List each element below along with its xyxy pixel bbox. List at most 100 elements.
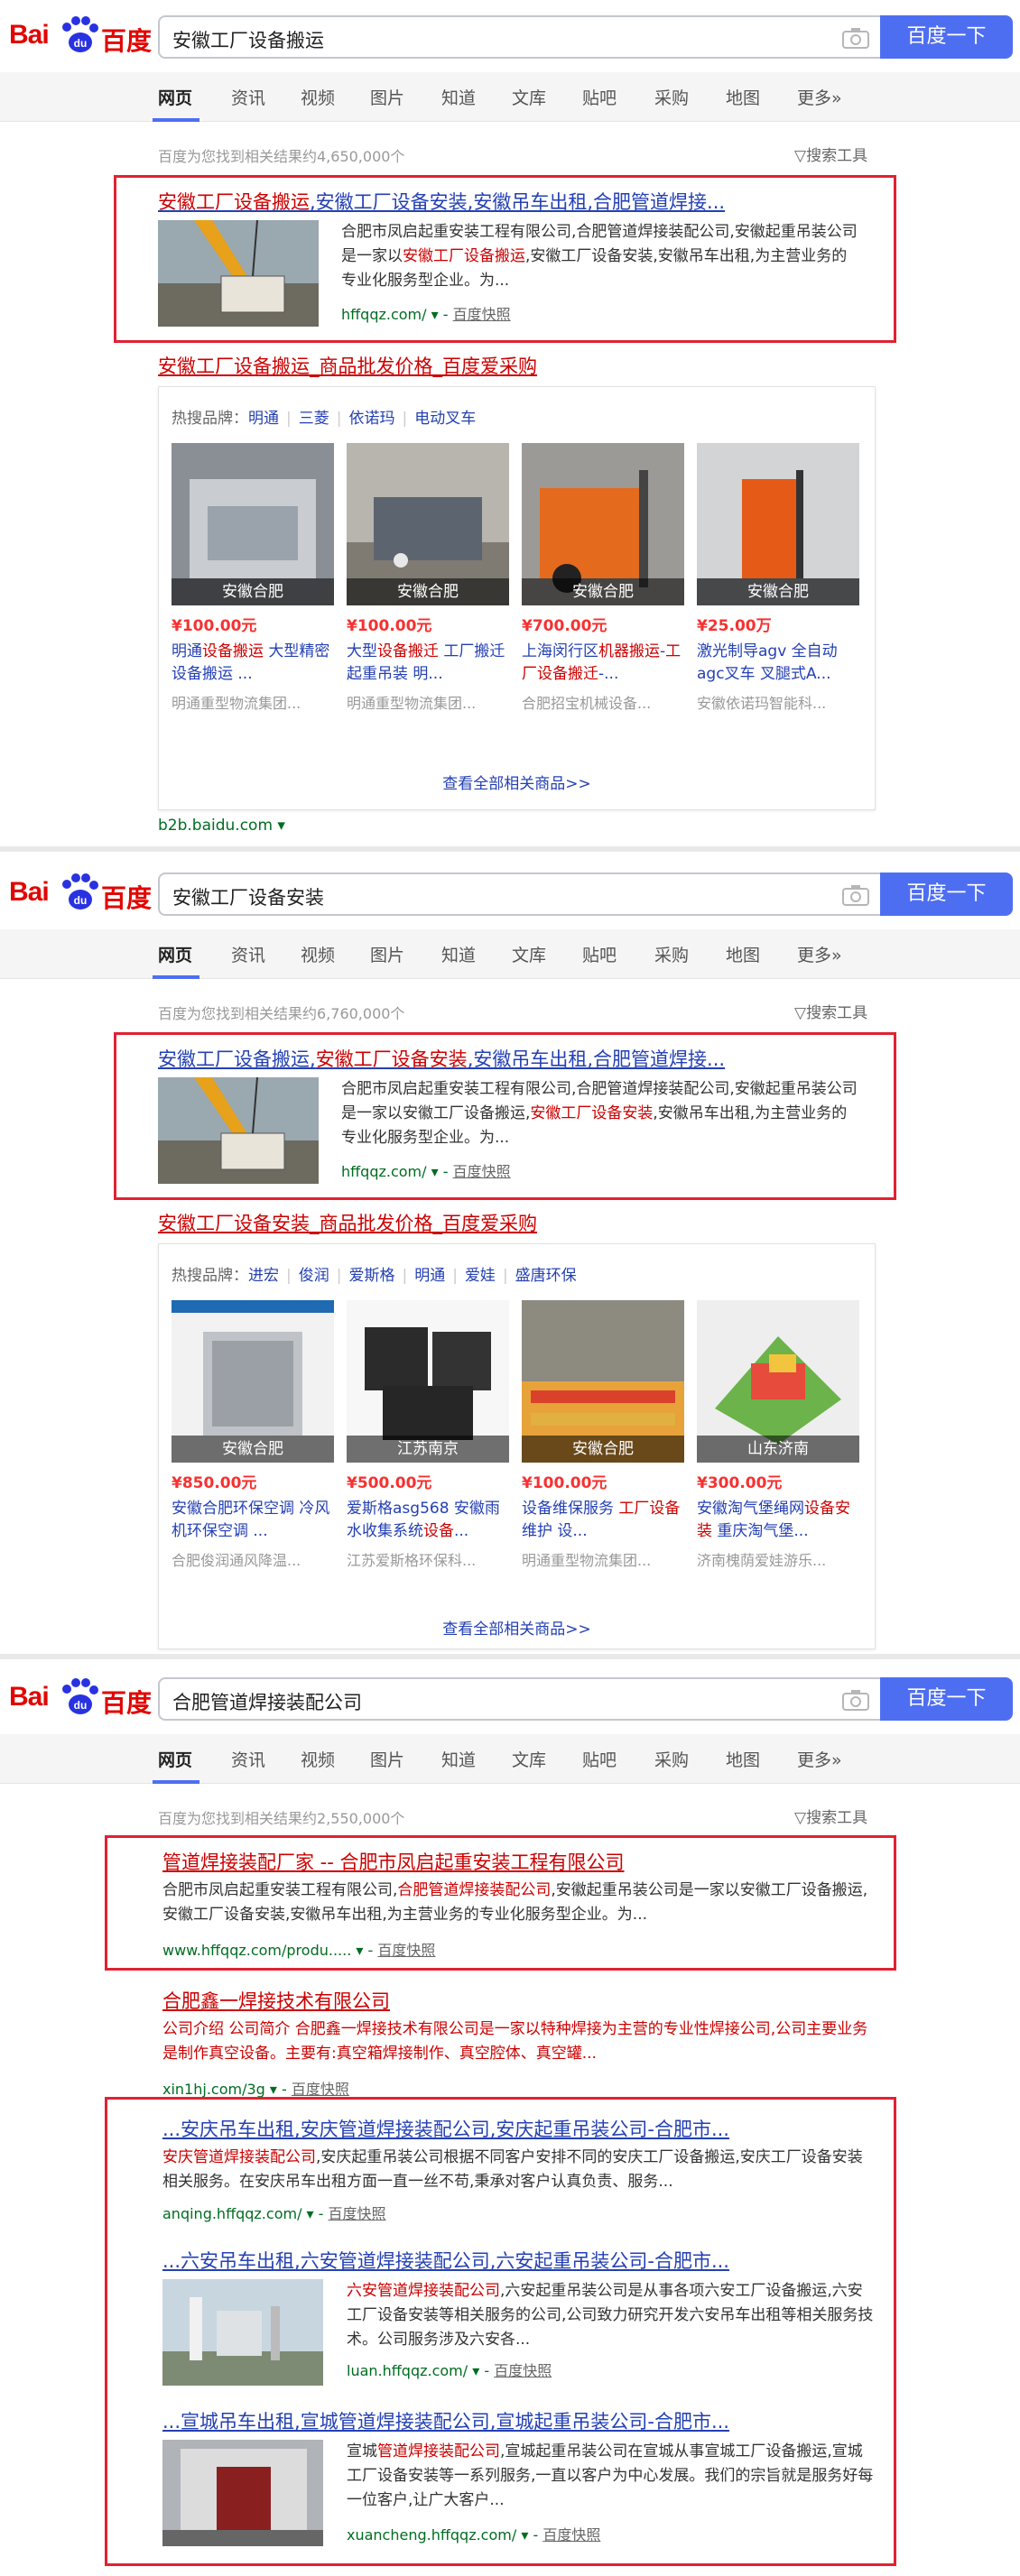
result-url[interactable]: luan.hffqqz.com/ ▾ - 百度快照 bbox=[347, 2359, 552, 2380]
product-card[interactable]: 江苏南京 ¥500.00元 爱斯格asg568 安徽雨水收集系统设备... 江苏… bbox=[347, 1300, 509, 1570]
product-name[interactable]: 上海闵行区机器搬运-工厂设备搬迁-... bbox=[522, 641, 684, 686]
tab-5[interactable]: 知道 bbox=[441, 1747, 476, 1771]
brand-link[interactable]: 盛唐环保 bbox=[515, 1267, 577, 1285]
view-all-products-link[interactable]: 查看全部相关商品>> bbox=[159, 771, 875, 793]
result-thumbnail[interactable] bbox=[158, 1077, 319, 1184]
tab-5[interactable]: 知道 bbox=[441, 942, 476, 966]
search-button[interactable]: 百度一下 bbox=[880, 15, 1013, 59]
snapshot-link[interactable]: 百度快照 bbox=[453, 1163, 511, 1180]
brand-link[interactable]: 依诺玛 bbox=[348, 410, 394, 428]
brand-link[interactable]: 进宏 bbox=[248, 1267, 279, 1285]
product-name[interactable]: 安徽合肥环保空调 冷风机环保空调 ... bbox=[172, 1498, 334, 1543]
search-input[interactable]: 安徽工厂设备搬运 bbox=[158, 15, 880, 59]
search-tools[interactable]: ▽搜索工具 bbox=[794, 1000, 867, 1022]
result-url[interactable]: www.hffqqz.com/produ..... ▾ - 百度快照 bbox=[162, 1938, 435, 1960]
result-url[interactable]: xuancheng.hffqqz.com/ ▾ - 百度快照 bbox=[347, 2523, 600, 2544]
result-title[interactable]: 安徽工厂设备搬运,安徽工厂设备安装,安徽吊车出租,合肥管道焊接... bbox=[158, 188, 725, 215]
tab-6[interactable]: 文库 bbox=[512, 85, 546, 109]
tab-2[interactable]: 资讯 bbox=[231, 85, 265, 109]
tab-8[interactable]: 采购 bbox=[654, 942, 689, 966]
search-tools[interactable]: ▽搜索工具 bbox=[794, 143, 867, 165]
brand-link[interactable]: 爱娃 bbox=[465, 1267, 496, 1285]
result-url[interactable]: xin1hj.com/3g ▾ - 百度快照 bbox=[162, 2077, 349, 2099]
product-card[interactable]: 安徽合肥 ¥100.00元 大型设备搬迁 工厂搬迁 起重吊装 明... 明通重型… bbox=[347, 443, 509, 713]
result-url[interactable]: hffqqz.com/ ▾ - 百度快照 bbox=[341, 302, 511, 324]
product-name[interactable]: 爱斯格asg568 安徽雨水收集系统设备... bbox=[347, 1498, 509, 1543]
product-name[interactable]: 激光制导agv 全自动agc叉车 叉腿式A... bbox=[697, 641, 859, 686]
product-card[interactable]: 安徽合肥 ¥100.00元 明通设备搬运 大型精密设备搬运 ... 明通重型物流… bbox=[172, 443, 334, 713]
result-thumbnail[interactable] bbox=[162, 2440, 323, 2546]
result-thumbnail[interactable] bbox=[162, 2279, 323, 2386]
snapshot-link[interactable]: 百度快照 bbox=[542, 2526, 600, 2544]
tab-7[interactable]: 贴吧 bbox=[582, 1747, 617, 1771]
product-card[interactable]: 安徽合肥 ¥700.00元 上海闵行区机器搬运-工厂设备搬迁-... 合肥招宝机… bbox=[522, 443, 684, 713]
snapshot-link[interactable]: 百度快照 bbox=[453, 306, 511, 323]
brand-link[interactable]: 三菱 bbox=[299, 410, 329, 428]
result-title[interactable]: ...宣城吊车出租,宣城管道焊接装配公司,宣城起重吊装公司-合肥市... bbox=[162, 2407, 729, 2434]
tab-9[interactable]: 地图 bbox=[726, 942, 760, 966]
result-title[interactable]: 安徽工厂设备搬运,安徽工厂设备安装,安徽吊车出租,合肥管道焊接... bbox=[158, 1045, 725, 1072]
tab-7[interactable]: 贴吧 bbox=[582, 85, 617, 109]
search-input[interactable]: 合肥管道焊接装配公司 bbox=[158, 1677, 880, 1721]
result-thumbnail[interactable] bbox=[158, 220, 319, 327]
tab-3[interactable]: 视频 bbox=[301, 1747, 335, 1771]
product-name[interactable]: 设备维保服务 工厂设备维护 设... bbox=[522, 1498, 684, 1543]
snapshot-link[interactable]: 百度快照 bbox=[494, 2362, 552, 2379]
brand-link[interactable]: 电动叉车 bbox=[414, 410, 476, 428]
b2b-url[interactable]: b2b.baidu.com ▾ bbox=[158, 817, 285, 835]
tab-7[interactable]: 贴吧 bbox=[582, 942, 617, 966]
product-card[interactable]: 安徽合肥 ¥25.00万 激光制导agv 全自动agc叉车 叉腿式A... 安徽… bbox=[697, 443, 859, 713]
product-name[interactable]: 大型设备搬迁 工厂搬迁 起重吊装 明... bbox=[347, 641, 509, 686]
product-card[interactable]: 安徽合肥 ¥850.00元 安徽合肥环保空调 冷风机环保空调 ... 合肥俊润通… bbox=[172, 1300, 334, 1570]
brand-link[interactable]: 俊润 bbox=[299, 1267, 329, 1285]
tab-4[interactable]: 图片 bbox=[370, 85, 404, 109]
b2b-title[interactable]: 安徽工厂设备安装_商品批发价格_百度爱采购 bbox=[158, 1209, 537, 1236]
tab-3[interactable]: 视频 bbox=[301, 942, 335, 966]
search-button[interactable]: 百度一下 bbox=[880, 873, 1013, 916]
tab-3[interactable]: 视频 bbox=[301, 85, 335, 109]
result-title[interactable]: 合肥鑫一焊接技术有限公司 bbox=[162, 1987, 390, 2014]
camera-icon[interactable] bbox=[842, 1689, 869, 1711]
result-url[interactable]: hffqqz.com/ ▾ - 百度快照 bbox=[341, 1159, 511, 1181]
tab-10[interactable]: 更多» bbox=[797, 1747, 842, 1771]
camera-icon[interactable] bbox=[842, 884, 869, 906]
tab-8[interactable]: 采购 bbox=[654, 85, 689, 109]
product-card[interactable]: 安徽合肥 ¥100.00元 设备维保服务 工厂设备维护 设... 明通重型物流集… bbox=[522, 1300, 684, 1570]
search-tools[interactable]: ▽搜索工具 bbox=[794, 1805, 867, 1827]
tab-1[interactable]: 网页 bbox=[158, 942, 192, 966]
search-input[interactable]: 安徽工厂设备安装 bbox=[158, 873, 880, 916]
product-name[interactable]: 安徽淘气堡绳网设备安装 重庆淘气堡... bbox=[697, 1498, 859, 1543]
snapshot-link[interactable]: 百度快照 bbox=[292, 2081, 349, 2098]
baidu-logo[interactable]: Bai du 百度 bbox=[9, 14, 153, 60]
view-all-products-link[interactable]: 查看全部相关商品>> bbox=[159, 1616, 875, 1639]
tab-1[interactable]: 网页 bbox=[158, 1747, 192, 1771]
b2b-title[interactable]: 安徽工厂设备搬运_商品批发价格_百度爱采购 bbox=[158, 352, 537, 379]
tab-9[interactable]: 地图 bbox=[726, 1747, 760, 1771]
tab-10[interactable]: 更多» bbox=[797, 85, 842, 109]
product-card[interactable]: 山东济南 ¥300.00元 安徽淘气堡绳网设备安装 重庆淘气堡... 济南槐荫爱… bbox=[697, 1300, 859, 1570]
tab-10[interactable]: 更多» bbox=[797, 942, 842, 966]
brand-link[interactable]: 明通 bbox=[414, 1267, 445, 1285]
brand-link[interactable]: 爱斯格 bbox=[348, 1267, 394, 1285]
brand-link[interactable]: 明通 bbox=[248, 410, 279, 428]
product-name[interactable]: 明通设备搬运 大型精密设备搬运 ... bbox=[172, 641, 334, 686]
tab-6[interactable]: 文库 bbox=[512, 942, 546, 966]
tab-4[interactable]: 图片 bbox=[370, 1747, 404, 1771]
camera-icon[interactable] bbox=[842, 27, 869, 49]
tab-1[interactable]: 网页 bbox=[158, 85, 192, 109]
result-title[interactable]: ...六安吊车出租,六安管道焊接装配公司,六安起重吊装公司-合肥市... bbox=[162, 2247, 729, 2274]
tab-2[interactable]: 资讯 bbox=[231, 942, 265, 966]
snapshot-link[interactable]: 百度快照 bbox=[329, 2205, 386, 2222]
tab-9[interactable]: 地图 bbox=[726, 85, 760, 109]
tab-5[interactable]: 知道 bbox=[441, 85, 476, 109]
tab-2[interactable]: 资讯 bbox=[231, 1747, 265, 1771]
result-url[interactable]: anqing.hffqqz.com/ ▾ - 百度快照 bbox=[162, 2202, 386, 2223]
tab-4[interactable]: 图片 bbox=[370, 942, 404, 966]
tab-8[interactable]: 采购 bbox=[654, 1747, 689, 1771]
snapshot-link[interactable]: 百度快照 bbox=[377, 1942, 435, 1959]
baidu-logo[interactable]: Bai du 百度 bbox=[9, 872, 153, 917]
baidu-logo[interactable]: Bai du 百度 bbox=[9, 1676, 153, 1722]
result-title[interactable]: 管道焊接装配厂家 -- 合肥市凤启起重安装工程有限公司 bbox=[162, 1848, 625, 1875]
result-title[interactable]: ...安庆吊车出租,安庆管道焊接装配公司,安庆起重吊装公司-合肥市... bbox=[162, 2115, 729, 2142]
search-button[interactable]: 百度一下 bbox=[880, 1677, 1013, 1721]
